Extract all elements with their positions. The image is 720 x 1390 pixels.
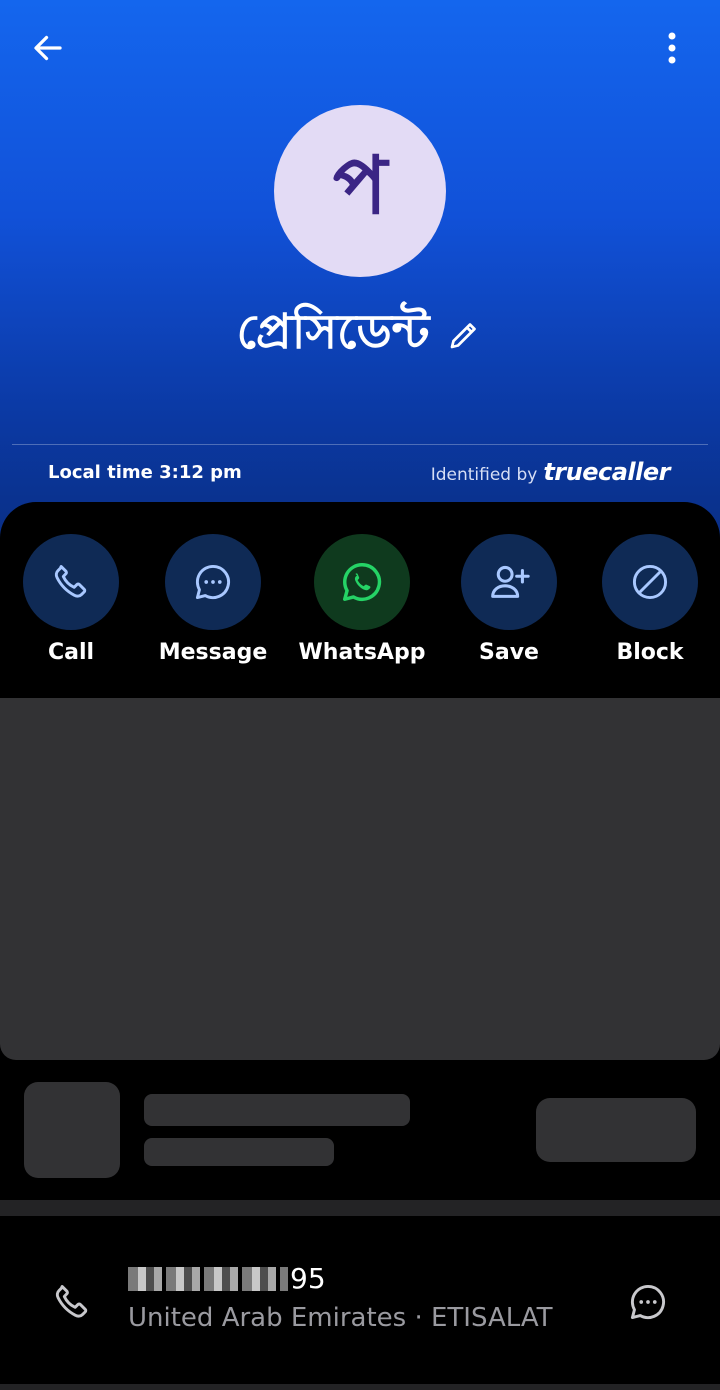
pencil-icon [450,323,476,349]
message-number-button[interactable] [624,1278,672,1326]
save-button[interactable]: Save [439,534,579,665]
avatar-letter: প [332,139,388,232]
skeleton-line [144,1138,334,1166]
contact-name-row: প্রেসিডেন্ট [0,300,720,370]
whatsapp-icon [343,563,382,601]
phone-number-row[interactable]: 95 United Arab Emirates · ETISALAT [0,1216,720,1384]
block-icon [632,564,668,600]
message-button[interactable]: Message [143,534,283,665]
phone-icon [55,1284,88,1318]
ad-placeholder [0,698,720,1060]
section-separator [0,1384,720,1390]
block-button[interactable]: Block [580,534,720,665]
message-label: Message [158,640,268,665]
local-time: Local time 3:12 pm [48,462,242,483]
avatar: প [274,105,446,277]
back-button[interactable] [24,24,72,72]
call-label: Call [47,640,95,665]
message-icon [630,1284,665,1320]
phone-icon [54,564,87,598]
phone-number: 95 [128,1262,552,1295]
save-label: Save [479,640,539,665]
call-button[interactable]: Call [1,534,141,665]
profile-header: প প্রেসিডেন্ট Local time 3:12 pm Identif… [0,0,720,540]
contact-name: প্রেসিডেন্ট [236,303,430,360]
skeleton-button [536,1098,696,1162]
truecaller-logo: truecaller [543,458,670,486]
block-label: Block [616,640,684,665]
identified-by: Identified by truecaller [430,458,671,486]
call-number-button[interactable] [48,1278,96,1326]
arrow-left-icon [34,35,62,61]
header-divider [12,444,708,445]
redacted-number [128,1266,288,1291]
whatsapp-button[interactable]: WhatsApp [292,534,432,665]
skeleton-thumbnail [24,1082,120,1178]
message-icon [195,564,230,600]
phone-number-suffix: 95 [290,1262,326,1295]
identified-prefix: Identified by [430,465,538,485]
more-options-button[interactable] [648,24,696,72]
carrier-info: United Arab Emirates · ETISALAT [128,1303,553,1333]
section-separator [0,1200,720,1216]
edit-name-button[interactable] [444,315,484,355]
number-details: 95 United Arab Emirates · ETISALAT [128,1262,552,1333]
whatsapp-label: WhatsApp [298,640,426,665]
actions-panel: Call Message WhatsApp Save Block [0,502,720,698]
more-vertical-icon [668,32,676,64]
skeleton-line [144,1094,410,1126]
add-contact-icon [491,565,530,598]
